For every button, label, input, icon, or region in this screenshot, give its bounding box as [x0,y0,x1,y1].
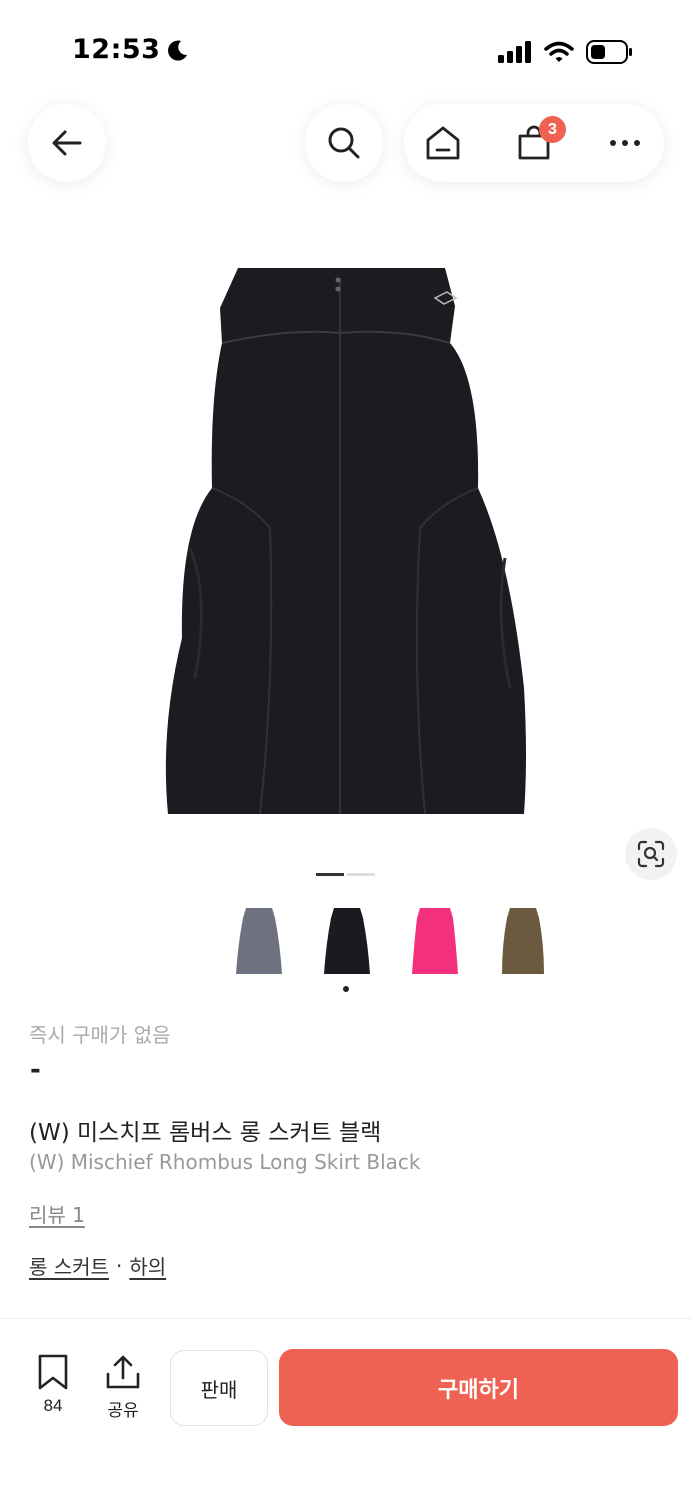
color-variant-thumb-brown[interactable] [490,900,556,980]
nav-actions-pill: 3 [404,104,664,182]
moon-icon [168,40,188,61]
scan-lens-icon [637,840,665,868]
price-text: - [30,1055,41,1085]
share-label: 공유 [107,1401,139,1421]
color-variant-list [226,900,556,980]
buy-button[interactable]: 구매하기 [279,1349,678,1426]
category-separator: · [115,1253,123,1278]
color-variant-thumb-pink[interactable] [402,900,468,980]
skirt-thumb-gray [236,908,282,974]
status-time-text: 12:53 [72,34,161,65]
availability-text: 즉시 구매가 없음 [29,1023,171,1047]
category-breadcrumb: 롱 스커트 · 하의 [29,1251,166,1280]
battery-icon [586,40,632,64]
status-icons [498,40,632,64]
share-button[interactable]: 공유 [98,1354,148,1421]
image-search-button[interactable] [625,828,677,880]
divider [0,1318,692,1319]
product-title-en: (W) Mischief Rhombus Long Skirt Black [29,1150,421,1174]
selected-variant-dot [343,986,349,992]
cart-count-badge: 3 [539,116,566,143]
search-button[interactable] [305,104,383,182]
bookmark-count: 84 [43,1396,63,1415]
cart-button[interactable]: 3 [495,104,573,182]
bookmark-button[interactable]: 84 [28,1354,78,1416]
review-link[interactable]: 리뷰 1 [29,1199,85,1228]
status-bar: 12:53 [0,0,692,100]
image-indicator-active [316,873,344,876]
back-button[interactable] [28,104,106,182]
home-icon [426,126,460,160]
product-title-ko: (W) 미스치프 롬버스 롱 스커트 블랙 [29,1120,382,1146]
cellular-signal-icon [498,41,531,63]
skirt-thumb-pink [412,908,458,974]
bookmark-icon [38,1354,68,1390]
category-link-long-skirt[interactable]: 롱 스커트 [29,1251,109,1280]
more-horizontal-icon [610,140,640,146]
skirt-thumb-black [324,908,370,974]
color-variant-thumb-black[interactable] [314,900,380,980]
share-icon [106,1355,140,1389]
skirt-thumb-brown [502,908,544,974]
image-indicator-inactive [347,873,375,876]
arrow-left-icon [52,130,82,156]
status-time: 12:53 [72,34,190,65]
wifi-icon [544,41,574,62]
more-button[interactable] [586,104,664,182]
skirt-illustration [165,268,526,815]
top-nav: 3 [0,104,692,184]
category-link-bottoms[interactable]: 하의 [129,1251,166,1280]
bottom-action-bar: 84 공유 판매 구매하기 [0,1330,692,1500]
color-variant-thumb-gray[interactable] [226,900,292,980]
search-icon [328,127,360,159]
product-image[interactable] [150,258,542,820]
sell-button[interactable]: 판매 [170,1350,268,1426]
home-button[interactable] [404,104,482,182]
